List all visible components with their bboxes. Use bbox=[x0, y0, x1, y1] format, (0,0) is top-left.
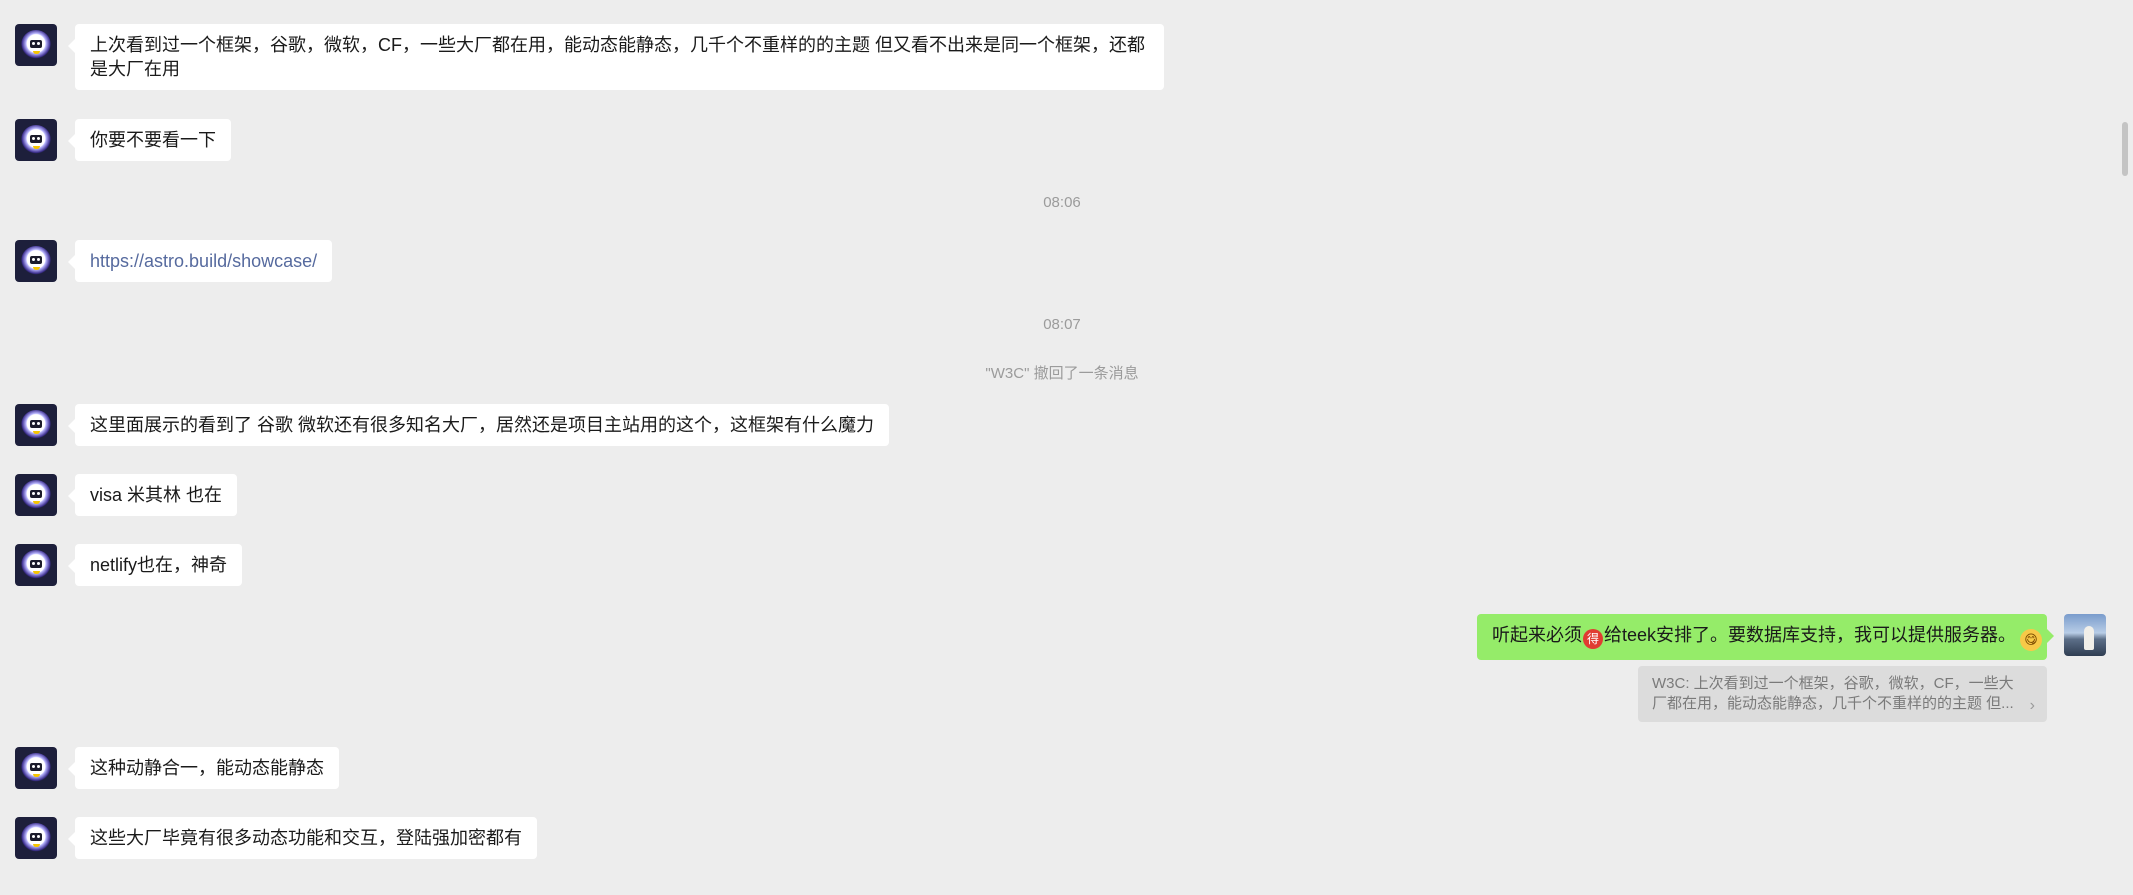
incoming-message[interactable]: 这些大厂毕竟有很多动态功能和交互，登陆强加密都有 bbox=[68, 817, 537, 859]
avatar-eyes bbox=[30, 256, 42, 264]
timestamp: 08:07 bbox=[1043, 316, 1081, 333]
incoming-message[interactable]: 这种动静合一，能动态能静态 bbox=[68, 747, 339, 789]
contact-avatar[interactable] bbox=[15, 240, 57, 282]
contact-avatar[interactable] bbox=[15, 747, 57, 789]
incoming-message[interactable]: 上次看到过一个框架，谷歌，微软，CF，一些大厂都在用，能动态能静态，几千个不重样… bbox=[68, 24, 1164, 90]
quoted-message[interactable]: W3C: 上次看到过一个框架，谷歌，微软，CF，一些大厂都在用，能动态能静态，几… bbox=[1638, 666, 2047, 722]
message-link[interactable]: https://astro.build/showcase/ bbox=[90, 251, 317, 271]
contact-avatar[interactable] bbox=[15, 544, 57, 586]
contact-avatar[interactable] bbox=[15, 24, 57, 66]
contact-avatar[interactable] bbox=[15, 474, 57, 516]
message-text-part: 给teek安排了。要数据库支持，我可以提供服务器。 bbox=[1604, 625, 2017, 645]
chevron-right-icon: › bbox=[2029, 697, 2035, 714]
avatar-eyes bbox=[30, 560, 42, 568]
incoming-message[interactable]: 这里面展示的看到了 谷歌 微软还有很多知名大厂，居然还是项目主站用的这个，这框架… bbox=[68, 404, 889, 446]
avatar-eyes bbox=[30, 490, 42, 498]
chat-message-list[interactable]: 上次看到过一个框架，谷歌，微软，CF，一些大厂都在用，能动态能静态，几千个不重样… bbox=[0, 0, 2133, 895]
contact-avatar[interactable] bbox=[15, 817, 57, 859]
incoming-message: https://astro.build/showcase/ bbox=[67, 240, 333, 282]
quoted-text: W3C: 上次看到过一个框架，谷歌，微软，CF，一些大厂都在用，能动态能静态，几… bbox=[1652, 675, 2014, 712]
avatar-eyes bbox=[30, 40, 42, 48]
avatar-figure bbox=[2084, 626, 2094, 650]
message-text-part: 听起来必须 bbox=[1492, 625, 1582, 645]
avatar-eyes bbox=[30, 420, 42, 428]
de-badge-emoji: 得 bbox=[1583, 629, 1603, 649]
contact-avatar[interactable] bbox=[15, 404, 57, 446]
contact-avatar[interactable] bbox=[15, 119, 57, 161]
avatar-eyes bbox=[30, 763, 42, 771]
incoming-message[interactable]: netlify也在，神奇 bbox=[67, 544, 243, 586]
my-avatar[interactable] bbox=[2064, 614, 2106, 656]
avatar-eyes bbox=[30, 833, 42, 841]
incoming-message[interactable]: 你要不要看一下 bbox=[68, 119, 231, 161]
yum-face-emoji: 😋 bbox=[2020, 629, 2043, 651]
outgoing-message[interactable]: 听起来必须得给teek安排了。要数据库支持，我可以提供服务器。 😋 bbox=[1477, 614, 2054, 660]
system-recall-notice: "W3C" 撤回了一条消息 bbox=[985, 365, 1139, 382]
incoming-message[interactable]: visa 米其林 也在 bbox=[67, 474, 238, 516]
scrollbar-thumb[interactable] bbox=[2122, 122, 2128, 176]
timestamp: 08:06 bbox=[1043, 194, 1081, 211]
avatar-eyes bbox=[30, 135, 42, 143]
